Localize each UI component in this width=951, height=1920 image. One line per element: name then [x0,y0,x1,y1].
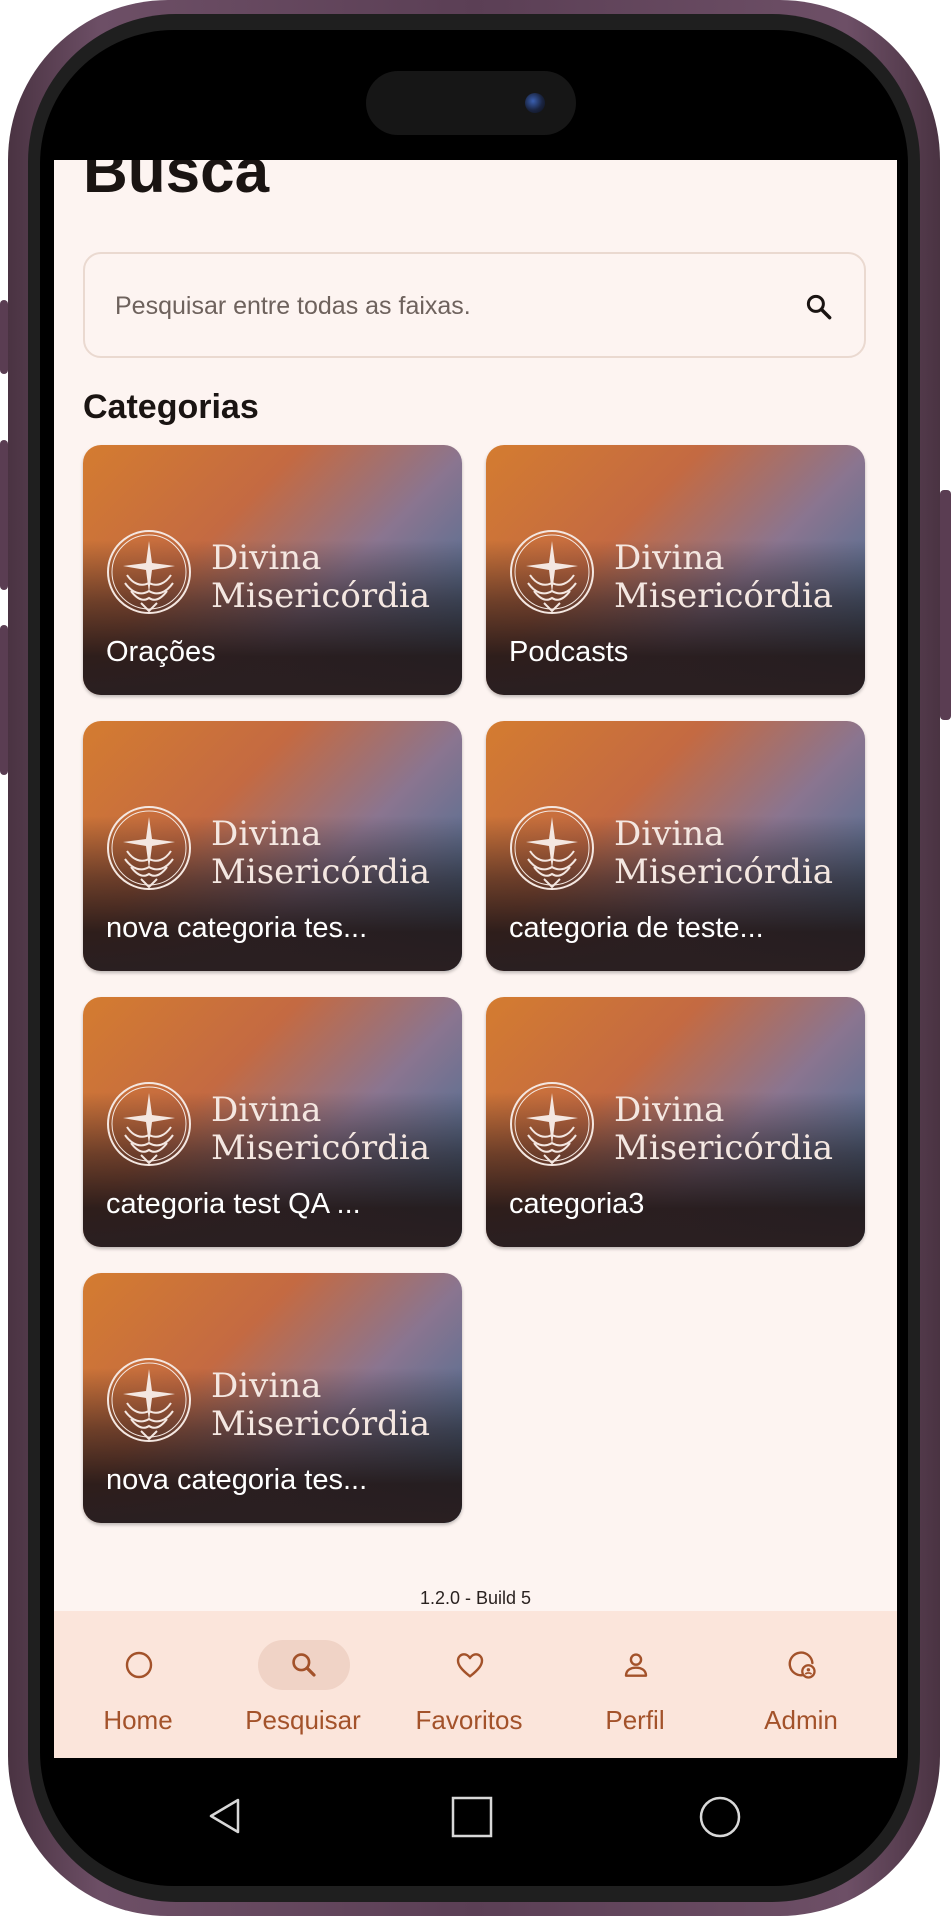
category-card[interactable]: Divina Misericórdia categoria de teste..… [486,721,865,971]
category-label: nova categoria tes... [106,912,368,944]
logo-line-1: Divina [614,814,724,854]
side-button-volume-up [0,440,8,590]
category-card[interactable]: Divina Misericórdia categoria test QA ..… [83,997,462,1247]
side-button-volume-down [0,625,8,775]
logo-slot: Divina Misericórdia [107,803,445,893]
page-title: Busca [83,160,270,206]
logo-line-1: Divina [211,1366,321,1406]
camera-icon [525,93,545,113]
category-card[interactable]: Divina Misericórdia Podcasts [486,445,865,695]
back-triangle-icon[interactable] [206,1796,246,1836]
nav-label: Admin [764,1705,838,1735]
category-label: Orações [106,636,216,668]
divina-misericordia-logo: Divina Misericórdia [510,1082,833,1168]
logo-line-1: Divina [614,538,724,578]
category-label: nova categoria tes... [106,1464,368,1496]
admin-settings-icon [788,1651,816,1679]
nav-item-favoritos[interactable]: Favoritos [385,1611,553,1758]
logo-slot: Divina Misericórdia [107,527,445,617]
category-card[interactable]: Divina Misericórdia nova categoria tes..… [83,721,462,971]
search-input[interactable]: Pesquisar entre todas as faixas. [83,252,866,358]
logo-slot: Divina Misericórdia [107,1355,445,1445]
recents-circle-icon[interactable] [698,1795,742,1839]
logo-slot: Divina Misericórdia [510,527,848,617]
nav-label: Home [103,1705,173,1735]
divina-misericordia-logo: Divina Misericórdia [510,806,833,892]
nav-item-admin[interactable]: Admin [717,1611,885,1758]
home-square-icon[interactable] [451,1796,493,1838]
app-screen: Busca Pesquisar entre todas as faixas. C… [54,160,897,1758]
nav-label: Pesquisar [245,1705,361,1735]
divina-misericordia-logo: Divina Misericórdia [107,530,430,616]
logo-line-2: Misericórdia [614,1128,833,1168]
logo-line-2: Misericórdia [614,852,833,892]
logo-line-1: Divina [211,814,321,854]
divina-misericordia-logo: Divina Misericórdia [510,530,833,616]
nav-item-pesquisar[interactable]: Pesquisar [219,1611,387,1758]
logo-line-2: Misericórdia [211,1404,430,1444]
divina-misericordia-logo: Divina Misericórdia [107,806,430,892]
category-label: categoria3 [509,1188,645,1220]
nav-item-perfil[interactable]: Perfil [551,1611,719,1758]
logo-slot: Divina Misericórdia [107,1079,445,1169]
divina-misericordia-logo: Divina Misericórdia [107,1082,430,1168]
nav-label: Perfil [605,1705,665,1735]
search-icon [292,1653,316,1677]
person-icon [624,1653,648,1677]
category-card[interactable]: Divina Misericórdia categoria3 [486,997,865,1247]
search-placeholder: Pesquisar entre todas as faixas. [115,292,471,320]
category-card[interactable]: Divina Misericórdia Orações [83,445,462,695]
divina-misericordia-logo: Divina Misericórdia [107,1358,430,1444]
logo-line-1: Divina [211,538,321,578]
logo-line-2: Misericórdia [614,576,833,616]
logo-slot: Divina Misericórdia [510,803,848,893]
logo-line-1: Divina [211,1090,321,1130]
side-button-action [0,300,8,374]
category-label: categoria de teste... [509,912,764,944]
categories-heading: Categorias [83,388,259,426]
search-icon[interactable] [804,292,834,322]
logo-slot: Divina Misericórdia [510,1079,848,1169]
nav-label: Favoritos [415,1705,523,1735]
build-version: 1.2.0 - Build 5 [419,1588,532,1608]
category-label: categoria test QA ... [106,1188,361,1220]
logo-line-2: Misericórdia [211,576,430,616]
category-card[interactable]: Divina Misericórdia nova categoria tes..… [83,1273,462,1523]
category-grid: Divina Misericórdia Orações Divina Miser… [83,445,868,1523]
side-button-power [940,490,951,720]
logo-line-2: Misericórdia [211,852,430,892]
heart-icon [456,1653,484,1678]
logo-line-1: Divina [614,1090,724,1130]
nav-item-home[interactable]: Home [54,1611,222,1758]
circle-icon [125,1651,153,1679]
bottom-navigation: Home Pesquisar Favoritos Perfil Admin [54,1611,897,1758]
logo-line-2: Misericórdia [211,1128,430,1168]
category-label: Podcasts [509,636,629,668]
